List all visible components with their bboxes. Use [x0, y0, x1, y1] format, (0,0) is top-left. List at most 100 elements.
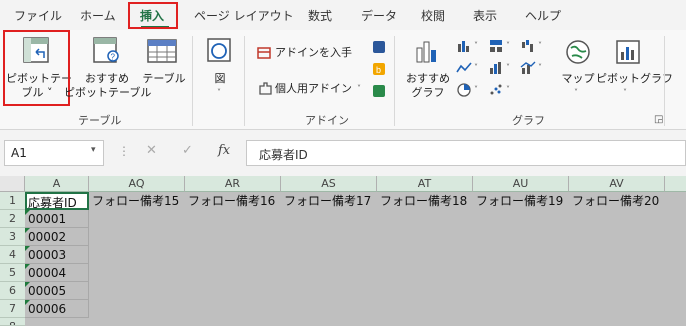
table-cell[interactable]: 00001 [25, 210, 89, 228]
tab-help[interactable]: ヘルプ [525, 7, 561, 27]
recommended-charts-line1[interactable]: おすすめ [404, 72, 452, 85]
table-cell[interactable]: 00002 [25, 228, 89, 246]
hierarchy-chart-icon[interactable] [488, 38, 504, 54]
illustrations-icon[interactable] [205, 36, 235, 66]
table-icon[interactable] [146, 36, 180, 66]
text-number-indicator [25, 282, 30, 287]
addin-group-label: アドイン [305, 114, 349, 127]
table-cell[interactable]: フォロー備考18 [377, 192, 473, 210]
insert-function-button[interactable]: fx [218, 143, 230, 158]
row-header[interactable]: 2 [0, 210, 25, 228]
column-header[interactable]: A [25, 176, 89, 192]
chevron-down-icon[interactable]: ˅ [217, 88, 221, 97]
table-cell[interactable]: 00005 [25, 282, 89, 300]
table-cell[interactable]: フォロー備考15 [89, 192, 185, 210]
table-cell[interactable]: フォロー備考20 [569, 192, 665, 210]
map-chart-button[interactable]: マップ [558, 72, 598, 85]
formula-bar: A1 ▾ ⋮ ✕ ✓ fx 応募者ID [0, 130, 686, 176]
column-header[interactable]: AS [281, 176, 377, 192]
table-button[interactable]: テーブル [142, 72, 186, 85]
pivot-chart-icon[interactable] [614, 38, 642, 66]
tab-data[interactable]: データ [361, 7, 397, 27]
cell-a1[interactable]: 応募者ID [25, 192, 89, 210]
group-separator [664, 36, 665, 126]
name-box[interactable]: A1 ▾ [4, 140, 104, 166]
chevron-down-icon[interactable]: ˅ [506, 41, 510, 50]
statistic-chart-icon[interactable] [488, 60, 504, 76]
column-header[interactable]: AU [473, 176, 569, 192]
chevron-down-icon[interactable]: ˅ [623, 88, 627, 97]
pivot-chart-button[interactable]: ピボットグラフ [596, 72, 673, 85]
column-header[interactable]: AV [569, 176, 665, 192]
illustrations-button[interactable]: 図 [206, 72, 234, 85]
dialog-launcher-icon[interactable]: ◲ [654, 114, 663, 125]
table-cell[interactable]: フォロー備考16 [185, 192, 281, 210]
tab-formulas[interactable]: 数式 [308, 7, 332, 27]
insert-tab-highlight [128, 2, 178, 29]
line-chart-icon[interactable] [456, 60, 472, 76]
chevron-down-icon[interactable]: ˅ [538, 41, 542, 50]
row-header[interactable]: 1 [0, 192, 25, 210]
svg-text:b: b [376, 65, 381, 75]
column-header[interactable]: AR [185, 176, 281, 192]
group-separator [192, 36, 193, 126]
bing-maps-icon[interactable]: b [372, 62, 386, 76]
column-header[interactable] [665, 176, 686, 192]
chevron-down-icon[interactable]: ˅ [574, 88, 578, 97]
tab-review[interactable]: 校閲 [421, 7, 445, 27]
table-cell[interactable]: フォロー備考19 [473, 192, 569, 210]
group-separator [244, 36, 245, 126]
row-header[interactable]: 7 [0, 300, 25, 318]
chevron-down-icon[interactable]: ˅ [357, 84, 361, 93]
combo-chart-icon[interactable] [520, 60, 536, 76]
recommended-charts-line2[interactable]: グラフ [404, 86, 452, 99]
recommended-pivot-button-line2[interactable]: ピボットテーブル [64, 86, 151, 99]
scatter-chart-icon[interactable] [488, 82, 504, 98]
tab-home[interactable]: ホーム [80, 7, 116, 27]
chevron-down-icon[interactable]: ˅ [474, 63, 478, 72]
my-addins-button[interactable]: 個人用アドイン [275, 82, 352, 95]
recommended-pivot-button-line1[interactable]: おすすめ [74, 72, 140, 85]
formula-input[interactable]: 応募者ID [246, 140, 686, 166]
ribbon: ピボットテー ブル ˅ ? おすすめ ピボットテーブル テーブル テーブル 図 … [0, 30, 686, 130]
worksheet-grid[interactable]: A AQ AR AS AT AU AV 1 2 3 4 5 6 7 8 応募者I… [0, 176, 686, 326]
text-number-indicator [25, 228, 30, 233]
enter-button[interactable]: ✓ [182, 143, 193, 158]
store-icon [257, 47, 271, 59]
table-group-label: テーブル [78, 114, 122, 127]
row-header[interactable]: 4 [0, 246, 25, 264]
cancel-button[interactable]: ✕ [146, 143, 157, 158]
map-chart-icon[interactable] [564, 38, 592, 66]
svg-text:?: ? [111, 53, 116, 62]
waterfall-chart-icon[interactable] [520, 38, 536, 54]
chevron-down-icon[interactable]: ˅ [538, 63, 542, 72]
row-header[interactable]: 8 [0, 318, 25, 326]
recommended-charts-icon[interactable] [414, 36, 444, 66]
select-all-corner[interactable] [0, 176, 25, 192]
column-header[interactable]: AQ [89, 176, 185, 192]
column-chart-icon[interactable] [456, 38, 472, 54]
name-box-value: A1 [11, 146, 27, 160]
chevron-down-icon[interactable]: ˅ [474, 85, 478, 94]
table-cell[interactable]: 00003 [25, 246, 89, 264]
tab-file[interactable]: ファイル [14, 7, 62, 27]
visio-icon[interactable] [372, 40, 386, 54]
recommended-pivot-icon[interactable]: ? [92, 36, 122, 66]
row-header[interactable]: 3 [0, 228, 25, 246]
chevron-down-icon[interactable]: ˅ [506, 85, 510, 94]
chevron-down-icon[interactable]: ˅ [506, 63, 510, 72]
people-graph-icon[interactable] [372, 84, 386, 98]
table-cell[interactable]: 00004 [25, 264, 89, 282]
table-cell[interactable]: フォロー備考17 [281, 192, 377, 210]
chevron-down-icon[interactable]: ˅ [474, 41, 478, 50]
tab-view[interactable]: 表示 [473, 7, 497, 27]
tab-page-layout[interactable]: ページ レイアウト [194, 7, 294, 27]
my-addins-icon [259, 82, 272, 95]
pie-chart-icon[interactable] [456, 82, 472, 98]
column-header[interactable]: AT [377, 176, 473, 192]
table-cell[interactable]: 00006 [25, 300, 89, 318]
row-header[interactable]: 5 [0, 264, 25, 282]
chevron-down-icon[interactable]: ▾ [91, 145, 96, 155]
get-addins-button[interactable]: アドインを入手 [275, 46, 352, 59]
row-header[interactable]: 6 [0, 282, 25, 300]
